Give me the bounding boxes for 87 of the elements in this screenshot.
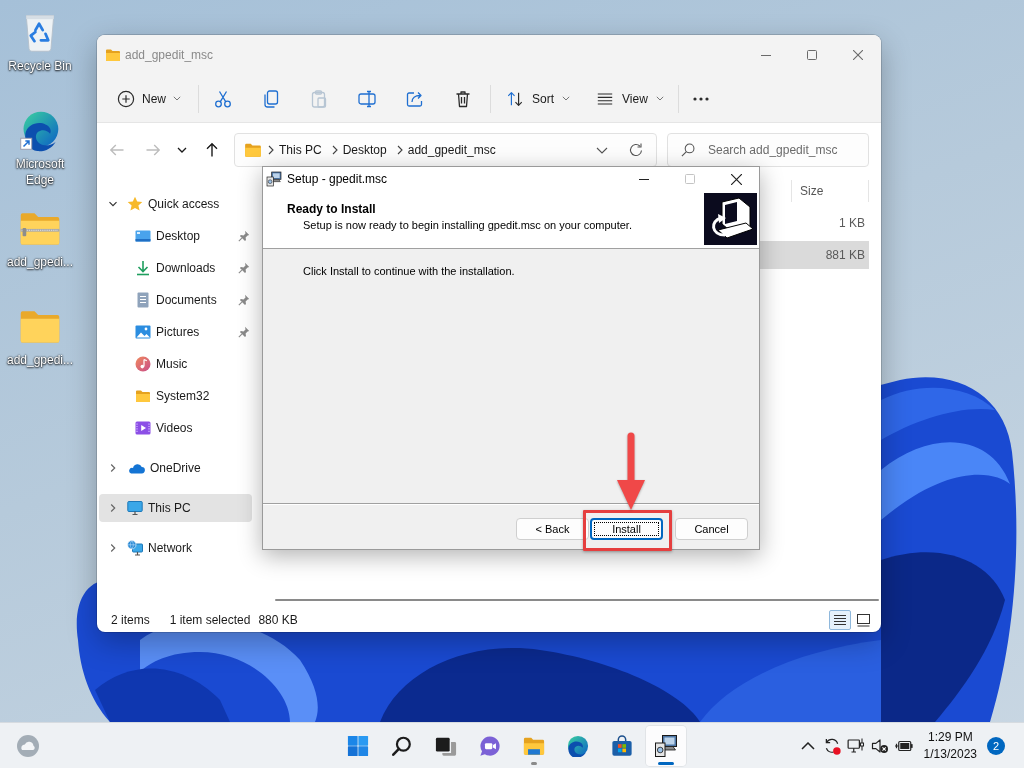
caret-down-icon (655, 96, 664, 101)
close-icon (853, 50, 863, 60)
folder-icon (105, 47, 121, 63)
document-icon (135, 292, 151, 308)
new-button[interactable]: New (109, 82, 189, 115)
file-row[interactable]: 1 KB (760, 209, 869, 237)
more-icon (692, 96, 709, 101)
caret-down-icon (173, 96, 181, 101)
dialog-title: Setup - gpedit.msc (287, 172, 388, 186)
chevron-up-icon[interactable] (800, 741, 815, 750)
clipboard-icon (309, 88, 329, 109)
music-note-icon (135, 356, 151, 372)
installer-icon (654, 733, 678, 758)
sidebar-item[interactable]: This PC (99, 494, 252, 522)
sidebar-item[interactable]: Pictures (99, 318, 252, 346)
sidebar-item[interactable]: Desktop (99, 222, 252, 250)
dialog-description: Setup is now ready to begin installing gpedit.msc on your computer. (303, 218, 632, 232)
details-view-icon (833, 614, 847, 626)
notification-badge[interactable]: 2 (987, 736, 1005, 755)
sidebar-item[interactable]: Downloads (99, 254, 252, 282)
refresh-icon[interactable] (628, 142, 644, 158)
sidebar-item[interactable]: System32 (99, 382, 252, 410)
browser-icon (567, 734, 589, 757)
folder-icon (244, 141, 262, 159)
picture-icon (135, 324, 151, 340)
sidebar-item[interactable]: Network (99, 534, 252, 562)
chevron-right-icon (330, 144, 339, 156)
view-button[interactable]: View (590, 82, 670, 115)
breadcrumb-item[interactable]: Desktop (338, 143, 391, 157)
chevron-right-icon (267, 144, 275, 156)
wired-network-icon[interactable] (846, 736, 865, 755)
dialog-message: Click Install to continue with the installation. (303, 264, 515, 278)
dialog-button[interactable]: Cancel (675, 518, 748, 540)
video-icon (135, 420, 151, 436)
monitor-icon (127, 500, 143, 516)
dialog-heading: Ready to Install (287, 202, 376, 216)
sort-button[interactable]: Sort (500, 82, 577, 115)
plus-circle-icon (117, 89, 135, 108)
sidebar-item[interactable]: Videos (99, 414, 252, 442)
rename-icon (357, 88, 377, 109)
file-row[interactable]: 881 KB (760, 241, 869, 269)
clock-time[interactable]: 1:29 PM (927, 728, 973, 746)
window-title: add_gpedit_msc (125, 48, 214, 62)
network-icon (127, 540, 143, 556)
clock-date[interactable]: 1/13/2023 (923, 745, 977, 763)
folder-icon (135, 388, 151, 404)
close-icon (730, 173, 742, 185)
dialog-button[interactable]: Install (590, 518, 663, 540)
address-bar[interactable]: This PC Desktop add_gpedit_msc (234, 133, 657, 167)
copy-icon (261, 88, 281, 109)
cloud-icon (127, 462, 145, 474)
item-count: 2 items (111, 613, 150, 627)
installer-icon (266, 171, 282, 187)
scissors-icon (213, 88, 233, 109)
sidebar-item[interactable]: Documents (99, 286, 252, 314)
dialog-button[interactable]: < Back (516, 518, 589, 540)
breadcrumb-item[interactable]: add_gpedit_msc (403, 143, 500, 157)
maximize-icon (685, 174, 695, 184)
chevron-icon[interactable] (108, 503, 118, 513)
star-icon (127, 196, 143, 212)
sidebar-item[interactable]: Music (99, 350, 252, 378)
column-header[interactable]: Size (791, 180, 869, 202)
sidebar-item[interactable]: OneDrive (99, 454, 252, 482)
video-chat-icon (479, 734, 501, 757)
selection-size: 880 KB (258, 613, 298, 627)
dropdown-caret-icon[interactable] (596, 146, 608, 154)
chevron-icon[interactable] (108, 199, 118, 209)
download-icon (135, 260, 151, 276)
scrollbar-thumb[interactable] (275, 599, 879, 601)
desktop-icon (135, 228, 151, 244)
search-icon (681, 143, 695, 157)
maximize-icon (807, 50, 817, 60)
sidebar-item[interactable]: Quick access (99, 190, 252, 218)
store-bag-icon (611, 734, 633, 757)
start-icon (347, 734, 369, 757)
selection-info: 1 item selected (169, 613, 251, 627)
tiles-view-icon (856, 613, 870, 627)
caret-down-icon (562, 96, 571, 101)
breadcrumb-item[interactable]: This PC (275, 143, 326, 157)
chevron-right-icon (395, 144, 404, 156)
chevron-icon[interactable] (108, 543, 118, 553)
search-icon (391, 734, 413, 757)
search-field[interactable]: Search add_gpedit_msc (667, 133, 869, 167)
taskbar-button[interactable] (646, 725, 686, 766)
chevron-icon[interactable] (108, 463, 118, 473)
details-view-button[interactable] (829, 610, 851, 630)
sort-arrows-icon (506, 89, 524, 108)
